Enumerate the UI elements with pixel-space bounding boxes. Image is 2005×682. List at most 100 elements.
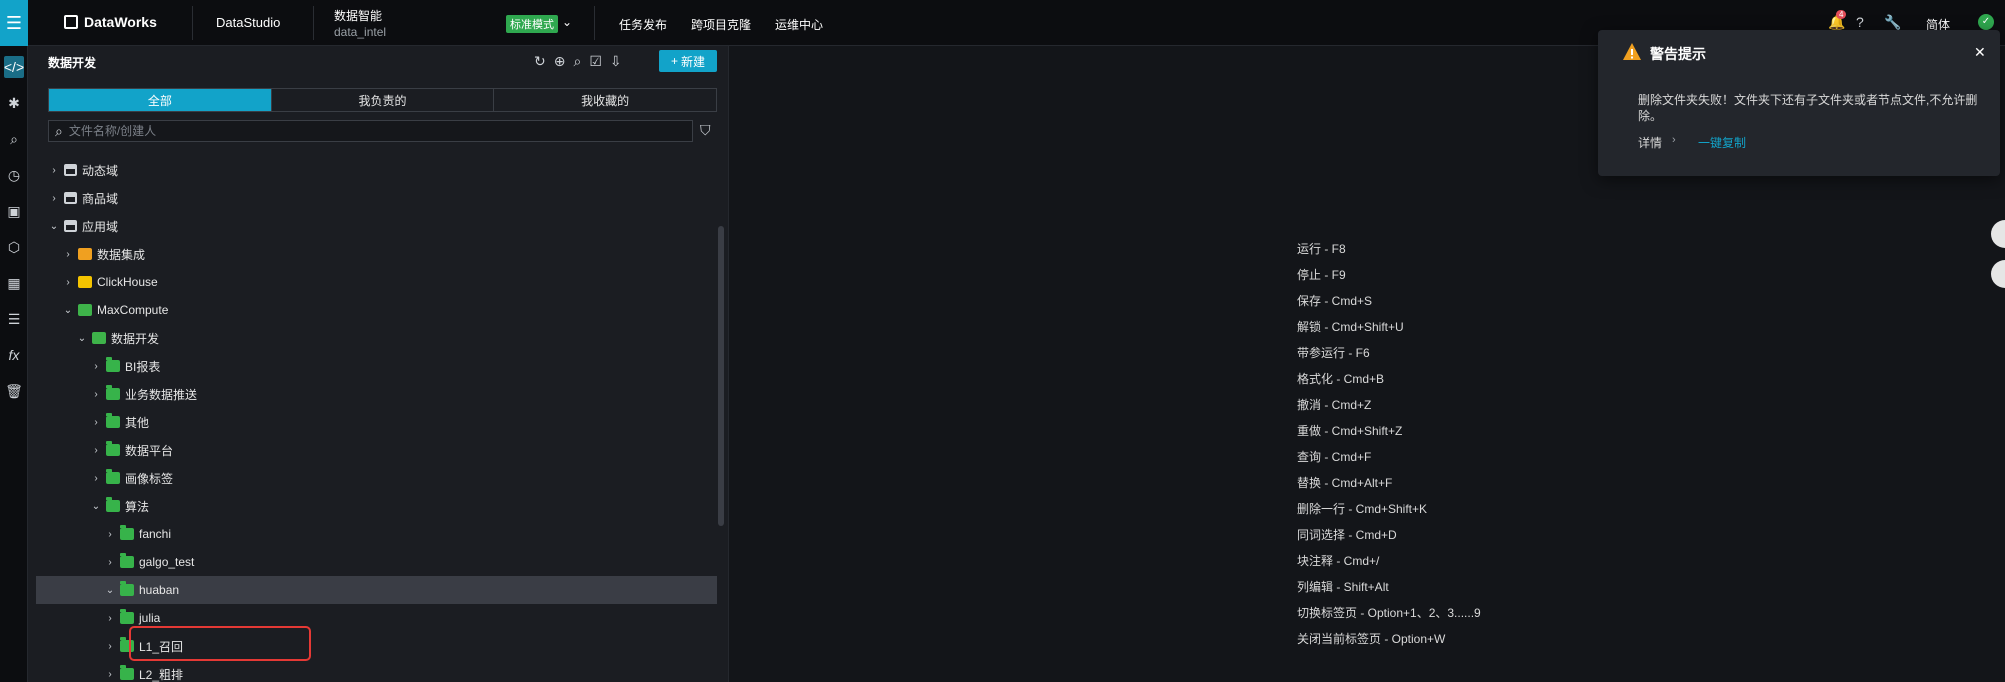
copy-button[interactable]: 一键复制 (1698, 134, 1746, 151)
tree-node-biz-push[interactable]: › 业务数据推送 (36, 380, 717, 408)
locate-icon[interactable]: ⊕ (554, 53, 566, 70)
search-icon: ⌕ (55, 122, 63, 139)
nav-cross-project-clone[interactable]: 跨项目克隆 (691, 16, 751, 33)
tree-node-label: julia (139, 611, 161, 625)
function-icon[interactable]: fx (4, 344, 24, 366)
tree-node-data-dev[interactable]: ⌄ 数据开发 (36, 324, 717, 352)
tab-all[interactable]: 全部 (49, 89, 272, 111)
shortcut-item: 删除一行 - Cmd+Shift+K (1297, 502, 1428, 516)
folder-icon (106, 469, 120, 484)
chevron-down-icon[interactable]: ⌄ (104, 585, 116, 596)
list-icon[interactable]: ☰ (4, 308, 24, 330)
tree-node-label: 应用域 (82, 219, 119, 234)
table-icon[interactable]: ▦ (4, 272, 24, 294)
tree-node-bi-report[interactable]: › BI报表 (36, 352, 717, 380)
chevron-right-icon[interactable]: › (48, 193, 60, 204)
chevron-down-icon[interactable]: ⌄ (562, 15, 572, 29)
tree-node-other[interactable]: › 其他 (36, 408, 717, 436)
studio-label[interactable]: DataStudio (216, 15, 280, 30)
tree-node-data-platform[interactable]: › 数据平台 (36, 436, 717, 464)
clock-icon[interactable]: ◷ (4, 164, 24, 186)
tree-node-label: BI报表 (125, 359, 161, 374)
shield-check-icon[interactable]: ✓ (1978, 14, 1994, 30)
tree-node-algorithm[interactable]: ⌄ 算法 (36, 492, 717, 520)
chevron-right-icon[interactable]: › (90, 473, 102, 484)
nav-ops-center[interactable]: 运维中心 (775, 16, 823, 33)
new-button-label: 新建 (681, 54, 706, 69)
folder-icon (120, 553, 134, 568)
briefcase-icon[interactable]: ▣ (4, 200, 24, 222)
new-button[interactable]: + 新建 (659, 50, 717, 72)
search-icon[interactable]: ⌕ (4, 128, 24, 150)
tree-node-l2-rough-rank[interactable]: › L2_粗排 (36, 660, 717, 682)
chevron-down-icon[interactable]: ⌄ (76, 333, 88, 344)
workspace-selector[interactable]: 数据智能 data_intel (334, 8, 386, 40)
checklist-icon[interactable]: ☑ (589, 53, 602, 70)
chevron-down-icon[interactable]: ⌄ (90, 501, 102, 512)
chevron-right-icon[interactable]: › (104, 613, 116, 624)
chevron-right-icon[interactable]: › (62, 277, 74, 288)
brand-logo[interactable]: DataWorks (64, 14, 157, 30)
help-icon[interactable]: ? (1856, 14, 1864, 30)
import-icon[interactable]: ⇩ (610, 53, 622, 70)
chevron-right-icon: › (1672, 134, 1676, 146)
chevron-right-icon[interactable]: › (90, 389, 102, 400)
toast-detail-link[interactable]: 详情 (1638, 134, 1662, 151)
shortcut-item: 撤消 - Cmd+Z (1297, 398, 1372, 412)
chevron-right-icon[interactable]: › (48, 165, 60, 176)
highlight-box (129, 626, 311, 661)
refresh-icon[interactable]: ↻ (534, 53, 546, 70)
chevron-right-icon[interactable]: › (104, 641, 116, 652)
tree-node-label: 数据平台 (125, 443, 174, 458)
tree-node-label: 数据集成 (97, 247, 146, 262)
close-icon[interactable]: ✕ (1974, 44, 1986, 61)
chevron-right-icon[interactable]: › (90, 361, 102, 372)
tree-node-fanchi[interactable]: › fanchi (36, 520, 717, 548)
trash-icon[interactable]: 🗑 (4, 380, 24, 402)
chevron-right-icon[interactable]: › (90, 445, 102, 456)
nav-task-publish[interactable]: 任务发布 (619, 16, 667, 33)
side-handle[interactable] (1991, 220, 2005, 248)
tree-node-clickhouse[interactable]: › ClickHouse (36, 268, 717, 296)
tree-scrollbar[interactable] (718, 226, 724, 526)
filter-icon[interactable]: ⛉ (700, 122, 711, 139)
chevron-right-icon[interactable]: › (104, 557, 116, 568)
tab-favorites[interactable]: 我收藏的 (494, 89, 716, 111)
folder-icon (106, 413, 120, 428)
tree-node-label: ClickHouse (97, 275, 158, 289)
chevron-right-icon[interactable]: › (104, 669, 116, 680)
toast-message: 删除文件夹失败！文件夹下还有子文件夹或者节点文件,不允许删除。 (1638, 93, 1978, 123)
chevron-down-icon[interactable]: ⌄ (48, 221, 60, 232)
shortcut-item: 保存 - Cmd+S (1297, 294, 1373, 308)
wrench-icon[interactable]: 🔧 (1884, 14, 1901, 31)
tree-node-label: L2_粗排 (139, 667, 184, 682)
tree-node-product-domain[interactable]: › 商品域 (36, 184, 717, 212)
tree-node-profile-tags[interactable]: › 画像标签 (36, 464, 717, 492)
tree-node-huaban[interactable]: ⌄ huaban (36, 576, 717, 604)
chevron-right-icon[interactable]: › (62, 249, 74, 260)
tree-node-dynamic-domain[interactable]: › 动态域 (36, 156, 717, 184)
puzzle-icon[interactable]: ✱ (4, 92, 24, 114)
tree-node-galgo-test[interactable]: › galgo_test (36, 548, 717, 576)
code-icon[interactable]: </> (4, 56, 24, 78)
folder-icon (106, 385, 120, 400)
mode-badge[interactable]: 标准模式 (506, 15, 558, 33)
tree-node-maxcompute[interactable]: ⌄ MaxCompute (36, 296, 717, 324)
tab-mine[interactable]: 我负责的 (272, 89, 495, 111)
data-dev-sidebar: 数据开发 ↻ ⊕ ⌕ ☑ ⇩ + 新建 全部 我负责的 我收藏的 ⌕ ⛉ › 动态… (28, 46, 729, 682)
chevron-down-icon[interactable]: ⌄ (62, 305, 74, 316)
code-folder-icon (92, 332, 106, 344)
search-input[interactable] (68, 124, 629, 138)
code-search-icon[interactable]: ⌕ (573, 53, 581, 70)
shortcut-item: 格式化 - Cmd+B (1297, 372, 1385, 386)
tree-node-data-integration[interactable]: › 数据集成 (36, 240, 717, 268)
chevron-right-icon[interactable]: › (90, 417, 102, 428)
shortcut-item: 替换 - Cmd+Alt+F (1297, 476, 1393, 490)
workspace-id: data_intel (334, 25, 387, 39)
side-handle[interactable] (1991, 260, 2005, 288)
box-icon[interactable]: ⬡ (4, 236, 24, 258)
tree-node-app-domain[interactable]: ⌄ 应用域 (36, 212, 717, 240)
tree-node-label: 商品域 (82, 191, 119, 206)
menu-icon[interactable]: ☰ (0, 0, 28, 46)
chevron-right-icon[interactable]: › (104, 529, 116, 540)
